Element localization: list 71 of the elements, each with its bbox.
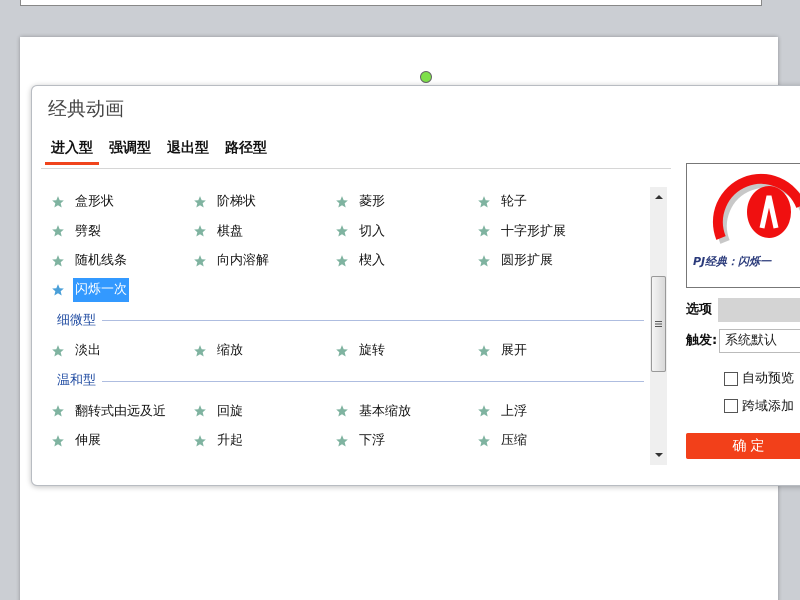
animation-item[interactable]: 棋盘 bbox=[215, 222, 245, 241]
grip-icon bbox=[655, 321, 662, 327]
star-icon bbox=[477, 344, 491, 358]
group-heading: 细微型 bbox=[57, 312, 96, 330]
animation-item[interactable]: 升起 bbox=[215, 431, 245, 450]
star-icon bbox=[193, 434, 207, 448]
down-arrow-icon[interactable] bbox=[654, 452, 662, 458]
star-icon bbox=[335, 404, 349, 418]
animation-item[interactable]: 旋转 bbox=[357, 341, 387, 360]
star-icon bbox=[51, 224, 65, 238]
animation-item[interactable]: 劈裂 bbox=[73, 222, 103, 241]
scrollbar[interactable] bbox=[650, 187, 667, 465]
star-icon bbox=[193, 344, 207, 358]
animation-item[interactable]: 圆形扩展 bbox=[499, 251, 555, 270]
trigger-field[interactable]: 系统默认 bbox=[719, 329, 800, 353]
star-icon bbox=[51, 254, 65, 268]
star-icon bbox=[51, 434, 65, 448]
animation-item[interactable]: 缩放 bbox=[215, 341, 245, 360]
star-icon bbox=[193, 404, 207, 418]
tab[interactable]: 路径型 bbox=[219, 138, 273, 165]
checkbox[interactable] bbox=[724, 372, 738, 386]
scrollbar-thumb[interactable] bbox=[651, 276, 666, 372]
animation-item[interactable]: 上浮 bbox=[499, 402, 529, 421]
ok-button[interactable]: 确 定 bbox=[686, 433, 800, 459]
trigger-label: 触发: bbox=[686, 332, 718, 350]
checkbox-label: 自动预览 bbox=[742, 370, 794, 388]
star-icon bbox=[477, 404, 491, 418]
animation-item[interactable]: 楔入 bbox=[357, 251, 387, 270]
up-arrow-icon[interactable] bbox=[654, 194, 662, 200]
animation-item[interactable]: 淡出 bbox=[73, 341, 103, 360]
star-icon bbox=[477, 434, 491, 448]
dialog-title: 经典动画 bbox=[48, 97, 124, 122]
animation-item[interactable]: 菱形 bbox=[357, 192, 387, 212]
animation-item[interactable]: 十字形扩展 bbox=[499, 222, 568, 241]
star-icon bbox=[193, 224, 207, 238]
tab[interactable]: 退出型 bbox=[161, 138, 215, 165]
animation-item[interactable]: 伸展 bbox=[73, 431, 103, 450]
animation-item[interactable]: 基本缩放 bbox=[357, 402, 413, 421]
animation-item[interactable]: 展开 bbox=[499, 341, 529, 360]
checkbox[interactable] bbox=[724, 399, 738, 414]
animation-item[interactable]: 翻转式由远及近 bbox=[73, 402, 168, 421]
options-field[interactable] bbox=[718, 298, 800, 322]
animation-item[interactable]: 回旋 bbox=[215, 402, 245, 421]
animation-item[interactable]: 阶梯状 bbox=[215, 192, 258, 212]
animation-item[interactable]: 向内溶解 bbox=[215, 251, 271, 270]
animation-item[interactable]: 随机线条 bbox=[73, 251, 129, 270]
star-icon bbox=[193, 254, 207, 268]
star-icon bbox=[477, 254, 491, 268]
star-icon bbox=[335, 344, 349, 358]
animation-item[interactable]: 切入 bbox=[357, 222, 387, 241]
star-icon bbox=[335, 194, 349, 209]
star-icon bbox=[51, 194, 65, 209]
star-icon bbox=[51, 404, 65, 418]
animation-item[interactable]: 下浮 bbox=[357, 431, 387, 450]
animation-item[interactable]: 压缩 bbox=[499, 431, 529, 450]
animation-item[interactable]: 轮子 bbox=[499, 192, 529, 212]
options-label: 选项 bbox=[686, 301, 712, 320]
star-icon bbox=[335, 254, 349, 268]
animation-item[interactable]: 盒形状 bbox=[73, 192, 116, 212]
star-icon bbox=[477, 224, 491, 238]
group-heading: 温和型 bbox=[57, 372, 96, 390]
star-icon bbox=[477, 194, 491, 209]
star-icon bbox=[193, 194, 207, 209]
preview-caption: PJ经典：闪烁一 bbox=[693, 254, 772, 270]
tab[interactable]: 强调型 bbox=[103, 138, 157, 165]
star-icon bbox=[51, 344, 65, 358]
checkbox-label: 跨域添加 bbox=[742, 398, 794, 416]
star-icon bbox=[335, 224, 349, 238]
tab[interactable]: 进入型 bbox=[45, 138, 99, 165]
star-icon bbox=[335, 434, 349, 448]
star-icon bbox=[51, 283, 65, 298]
